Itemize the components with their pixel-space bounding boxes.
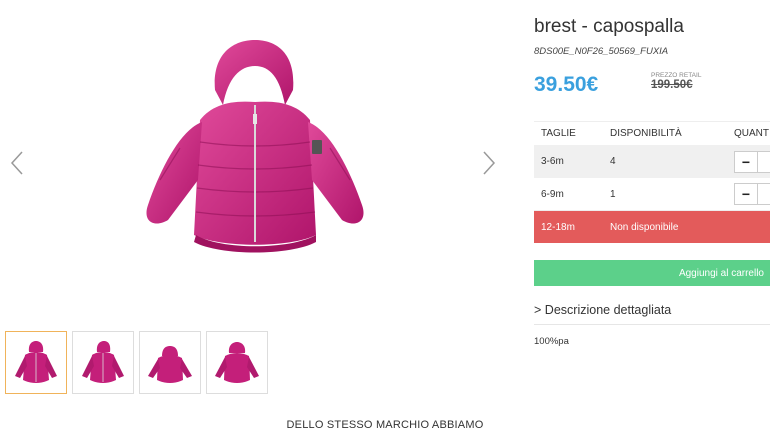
jacket-side-thumbnail (82, 340, 124, 383)
same-brand-heading: DELLO STESSO MARCHIO ABBIAMO (286, 419, 484, 431)
product-details: brest - capospalla 8DS00E_N0F26_50569_FU… (534, 0, 770, 400)
decrease-quantity-button[interactable]: − (734, 183, 758, 205)
size-label: 3-6m (541, 156, 564, 167)
jacket-back-thumbnail (148, 345, 192, 383)
product-title: brest - capospalla (534, 16, 684, 37)
availability-value: Non disponibile (610, 221, 679, 233)
product-price: 39.50€ (534, 73, 599, 96)
retail-price: 199.50€ (651, 79, 693, 91)
description-heading: Descrizione dettagliata (544, 303, 672, 317)
add-to-cart-button[interactable]: Aggiungi al carrello (534, 260, 770, 286)
size-row-unavailable: 12-18m Non disponibile (534, 211, 770, 243)
gallery-prev-arrow[interactable] (8, 148, 28, 178)
minus-icon: − (741, 153, 751, 170)
minus-icon: − (741, 186, 751, 202)
size-label: 6-9m (541, 188, 564, 200)
availability-value: 4 (610, 156, 616, 167)
header-quantity: QUANT (734, 128, 769, 139)
decrease-quantity-button[interactable]: − (734, 150, 758, 173)
chevron-right-icon: > (534, 303, 542, 317)
thumbnail-3[interactable] (139, 331, 201, 394)
size-row: 6-9m 1 − (534, 178, 770, 211)
retail-price-label: PREZZO RETAIL (651, 72, 702, 79)
size-row: 3-6m 4 − (534, 145, 770, 178)
jacket-back-hood-thumbnail (215, 341, 259, 383)
product-gallery (0, 0, 510, 400)
chevron-left-icon (10, 151, 23, 175)
description-text: 100%pa (534, 336, 569, 347)
thumbnail-strip (5, 331, 268, 394)
quantity-input[interactable] (758, 150, 770, 173)
description-toggle[interactable]: > Descrizione dettagliata (534, 303, 770, 325)
chevron-right-icon (483, 151, 496, 175)
quantity-stepper: − (734, 183, 770, 205)
sizes-table: TAGLIE DISPONIBILITÀ QUANT 3-6m 4 − 6-9m… (534, 121, 770, 243)
header-availability: DISPONIBILITÀ (610, 128, 682, 139)
availability-value: 1 (610, 188, 616, 200)
sizes-table-header: TAGLIE DISPONIBILITÀ QUANT (534, 121, 770, 145)
header-sizes: TAGLIE (541, 128, 576, 139)
thumbnail-2[interactable] (72, 331, 134, 394)
product-sku: 8DS00E_N0F26_50569_FUXIA (534, 46, 669, 57)
quantity-stepper: − (734, 150, 770, 173)
product-main-image (146, 40, 364, 253)
thumbnail-4[interactable] (206, 331, 268, 394)
quantity-input[interactable] (758, 183, 770, 205)
gallery-next-arrow[interactable] (478, 148, 498, 178)
size-label: 12-18m (541, 221, 575, 233)
retail-price-block: PREZZO RETAIL 199.50€ (651, 72, 701, 91)
jacket-front-thumbnail (15, 340, 57, 383)
thumbnail-1[interactable] (5, 331, 67, 394)
